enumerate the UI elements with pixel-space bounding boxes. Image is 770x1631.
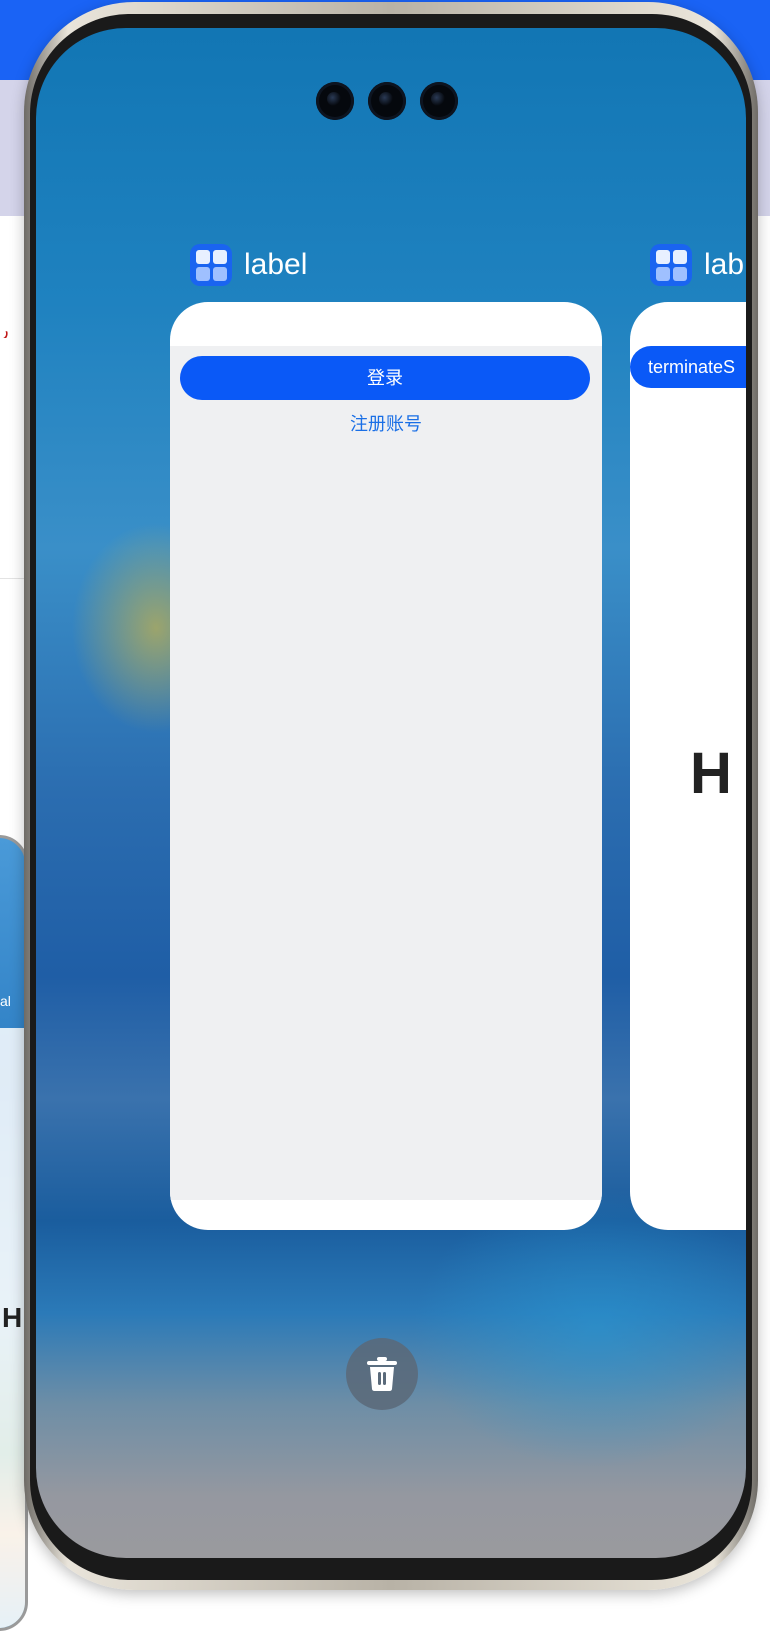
camera-icon [420, 82, 458, 120]
recent-app-card[interactable]: 登录 注册账号 [170, 302, 602, 1230]
clear-all-button[interactable] [346, 1338, 418, 1410]
app-grid-icon [650, 244, 692, 286]
terminate-button: terminateS [630, 346, 746, 388]
background-left-app-label: al [0, 993, 11, 1009]
register-link: 注册账号 [350, 414, 422, 434]
recents-screen: label 登录 注册账号 lab terminateS H [36, 28, 746, 1558]
recent-app-label: lab [704, 248, 745, 281]
background-left-big-text: H [2, 1302, 23, 1333]
login-button: 登录 [180, 356, 590, 400]
app-preview-heading: H [690, 741, 732, 806]
recent-app-header[interactable]: lab [650, 242, 744, 288]
background-red-text: ر [0, 322, 9, 338]
recent-app-header[interactable]: label [190, 242, 307, 288]
camera-icon [316, 82, 354, 120]
camera-icon [368, 82, 406, 120]
app-grid-icon [190, 244, 232, 286]
recent-app-card[interactable]: terminateS H [630, 302, 746, 1230]
trash-icon [367, 1357, 397, 1391]
app-preview-content: 登录 注册账号 [170, 346, 602, 1200]
recent-app-label: label [244, 248, 308, 281]
